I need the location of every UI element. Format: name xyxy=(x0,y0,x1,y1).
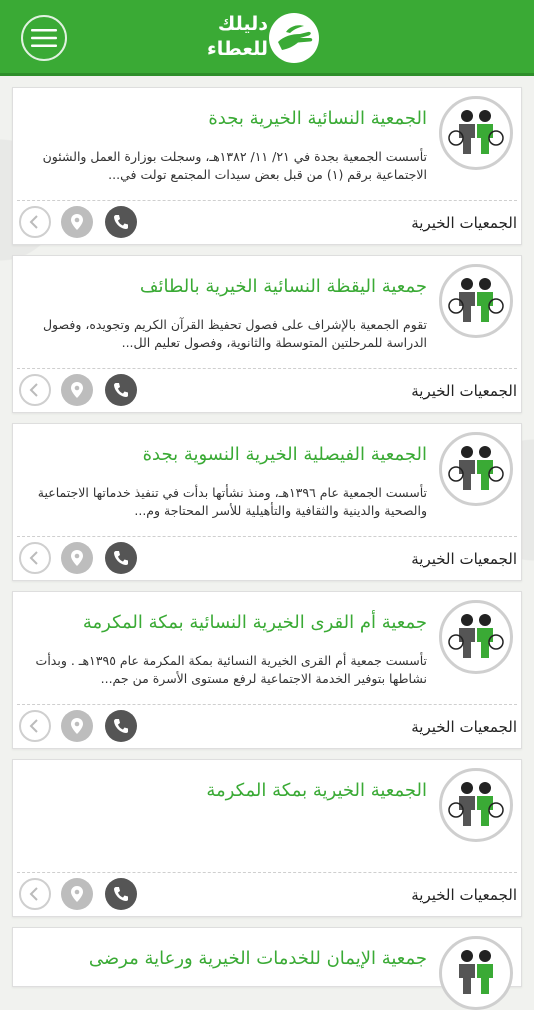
charity-people-icon xyxy=(448,614,504,658)
charity-description: تقوم الجمعية بالإشراف على فصول تحفيظ الق… xyxy=(42,317,427,350)
phone-icon xyxy=(114,383,128,397)
card-actions xyxy=(19,542,139,576)
card-actions xyxy=(19,878,139,912)
details-button[interactable] xyxy=(19,374,51,406)
map-button[interactable] xyxy=(61,710,93,742)
charity-people-icon xyxy=(448,782,504,826)
details-button[interactable] xyxy=(19,878,51,910)
charity-title[interactable]: الجمعية النسائية الخيرية بجدة xyxy=(27,106,427,132)
charity-description: تأسست الجمعية عام ١٣٩٦هـ، ومنذ نشأتها بد… xyxy=(37,485,427,518)
charity-avatar xyxy=(439,936,513,1010)
charity-avatar xyxy=(439,264,513,338)
charity-list: الجمعية النسائية الخيرية بجدة تأسست الجم… xyxy=(12,87,522,1010)
chevron-left-icon xyxy=(29,383,38,397)
call-button[interactable] xyxy=(105,542,137,574)
call-button[interactable] xyxy=(105,710,137,742)
charity-category: الجمعيات الخيرية xyxy=(411,886,517,904)
logo-line-2: للعطاء xyxy=(207,38,268,60)
call-button[interactable] xyxy=(105,374,137,406)
charity-people-icon xyxy=(448,110,504,154)
charity-card[interactable]: الجمعية الفيصلية الخيرية النسوية بجدة تأ… xyxy=(12,423,522,581)
card-divider xyxy=(17,872,517,873)
card-divider xyxy=(17,704,517,705)
charity-people-icon xyxy=(448,278,504,322)
chevron-left-icon xyxy=(29,887,38,901)
location-pin-icon xyxy=(71,550,83,566)
charity-description xyxy=(27,820,427,856)
charity-card[interactable]: جمعية الإيمان للخدمات الخيرية ورعاية مرض… xyxy=(12,927,522,1010)
charity-description: تأسست الجمعية بجدة في ٢١/ ١١/ ١٣٨٢هـ، وس… xyxy=(42,149,427,182)
hand-logo-icon xyxy=(269,13,319,63)
charity-card[interactable]: جمعية اليقظة النسائية الخيرية بالطائف تق… xyxy=(12,255,522,413)
charity-avatar xyxy=(439,96,513,170)
app-header: دليلك للعطاء xyxy=(0,0,534,76)
logo-text: دليلك للعطاء xyxy=(207,12,268,62)
card-divider xyxy=(17,200,517,201)
hamburger-icon xyxy=(31,29,57,47)
charity-avatar xyxy=(439,600,513,674)
charity-category: الجمعيات الخيرية xyxy=(411,214,517,232)
menu-button[interactable] xyxy=(21,15,67,61)
charity-card[interactable]: الجمعية الخيرية بمكة المكرمة الجمعيات ال… xyxy=(12,759,522,917)
charity-category: الجمعيات الخيرية xyxy=(411,550,517,568)
charity-avatar xyxy=(439,768,513,842)
charity-title[interactable]: جمعية أم القرى الخيرية النسائية بمكة الم… xyxy=(27,610,427,636)
app-logo: دليلك للعطاء xyxy=(207,8,323,68)
charity-card[interactable]: الجمعية النسائية الخيرية بجدة تأسست الجم… xyxy=(12,87,522,245)
details-button[interactable] xyxy=(19,542,51,574)
charity-title[interactable]: جمعية اليقظة النسائية الخيرية بالطائف xyxy=(27,274,427,300)
call-button[interactable] xyxy=(105,878,137,910)
location-pin-icon xyxy=(71,886,83,902)
location-pin-icon xyxy=(71,718,83,734)
phone-icon xyxy=(114,719,128,733)
map-button[interactable] xyxy=(61,206,93,238)
card-actions xyxy=(19,374,139,408)
chevron-left-icon xyxy=(29,215,38,229)
details-button[interactable] xyxy=(19,206,51,238)
logo-line-1: دليلك xyxy=(217,13,268,35)
chevron-left-icon xyxy=(29,551,38,565)
map-button[interactable] xyxy=(61,374,93,406)
charity-category: الجمعيات الخيرية xyxy=(411,382,517,400)
charity-people-icon xyxy=(448,446,504,490)
phone-icon xyxy=(114,215,128,229)
charity-title[interactable]: الجمعية الخيرية بمكة المكرمة xyxy=(27,778,427,804)
phone-icon xyxy=(114,551,128,565)
card-divider xyxy=(17,368,517,369)
card-actions xyxy=(19,710,139,744)
location-pin-icon xyxy=(71,382,83,398)
charity-avatar xyxy=(439,432,513,506)
chevron-left-icon xyxy=(29,719,38,733)
charity-category: الجمعيات الخيرية xyxy=(411,718,517,736)
charity-card[interactable]: جمعية أم القرى الخيرية النسائية بمكة الم… xyxy=(12,591,522,749)
map-button[interactable] xyxy=(61,878,93,910)
map-button[interactable] xyxy=(61,542,93,574)
phone-icon xyxy=(114,887,128,901)
call-button[interactable] xyxy=(105,206,137,238)
charity-people-icon xyxy=(459,950,493,994)
card-actions xyxy=(19,206,139,240)
card-divider xyxy=(17,536,517,537)
location-pin-icon xyxy=(71,214,83,230)
charity-title[interactable]: الجمعية الفيصلية الخيرية النسوية بجدة xyxy=(27,442,427,468)
details-button[interactable] xyxy=(19,710,51,742)
charity-description: تأسست جمعية أم القرى الخيرية النسائية بم… xyxy=(35,653,427,686)
